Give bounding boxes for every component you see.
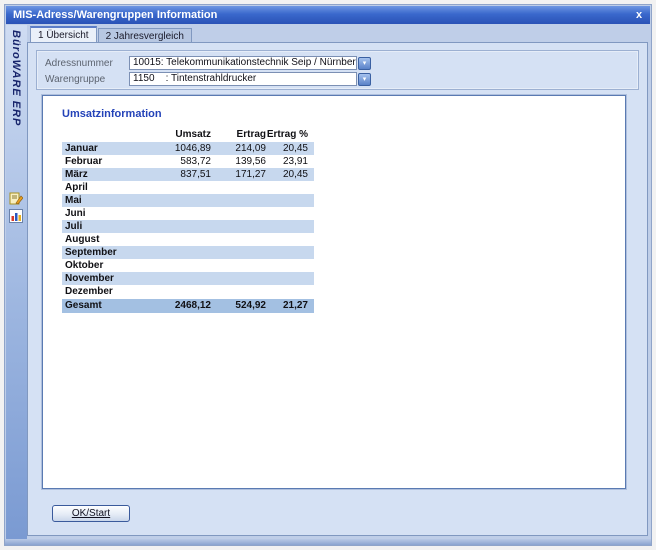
ertrag-pct-cell: 20,45 [266,168,311,181]
adressnummer-row: Adressnummer 10015: Telekommunikationste… [37,55,638,71]
month-cell: Januar [62,142,131,155]
adressnummer-lookup-button[interactable]: ▾ [358,57,371,70]
total-label-cell: Gesamt [62,299,131,313]
month-cell: Juli [62,220,131,233]
title-bar: MIS-Adress/Warengruppen Information x [6,6,650,24]
table-row: Juni [62,207,314,220]
tab-uebersicht[interactable]: 1 Übersicht [30,26,97,42]
close-button[interactable]: x [632,9,646,22]
month-cell: Oktober [62,259,131,272]
table-total-row: Gesamt 2468,12 524,92 21,27 [62,299,314,313]
warengruppe-row: Warengruppe 1150 : Tintenstrahldrucker ▾ [37,71,638,87]
month-cell: November [62,272,131,285]
month-cell: April [62,181,131,194]
month-cell: Dezember [62,285,131,298]
filter-groupbox: Adressnummer 10015: Telekommunikationste… [36,50,639,90]
window-bottom-frame [5,539,651,545]
adressnummer-field[interactable]: 10015: Telekommunikationstechnik Seip / … [129,56,357,70]
total-ertrag-cell: 524,92 [211,299,266,313]
month-cell: März [62,168,131,181]
content-panel: Adressnummer 10015: Telekommunikationste… [27,42,648,536]
window-title: MIS-Adress/Warengruppen Information [13,9,632,21]
umsatz-cell: 837,51 [131,168,211,181]
umsatz-cell: 583,72 [131,155,211,168]
umsatz-cell: 1046,89 [131,142,211,155]
tab-jahresvergleich[interactable]: 2 Jahresvergleich [98,28,192,42]
ertrag-cell: 139,56 [211,155,266,168]
month-cell: September [62,246,131,259]
table-row: Dezember [62,285,314,298]
chevron-down-icon: ▾ [363,76,367,83]
chevron-down-icon: ▾ [363,60,367,67]
warengruppe-field[interactable]: 1150 : Tintenstrahldrucker [129,72,357,86]
total-ertrag-pct-cell: 21,27 [266,299,311,313]
edit-note-icon[interactable] [9,191,23,205]
month-cell: Juni [62,207,131,220]
warengruppe-lookup-button[interactable]: ▾ [358,73,371,86]
adressnummer-label: Adressnummer [45,58,129,69]
month-cell: August [62,233,131,246]
table-row: Februar 583,72 139,56 23,91 [62,155,314,168]
umsatz-header-cell: Umsatz [131,128,211,141]
ertrag-pct-cell: 20,45 [266,142,311,155]
table-header-row: Umsatz Ertrag Ertrag % [62,128,314,141]
window-body: BüroWARE ERP [5,25,651,539]
chart-icon[interactable] [9,209,23,223]
ertrag-pct-cell: 23,91 [266,155,311,168]
brand-logo: BüroWARE ERP [10,30,22,126]
ertrag-header-cell: Ertrag [211,128,266,141]
ertrag-cell: 171,27 [211,168,266,181]
umsatz-table: Umsatz Ertrag Ertrag % Januar 1046,89 21… [62,128,314,313]
table-row: Januar 1046,89 214,09 20,45 [62,142,314,155]
ertrag-pct-header-cell: Ertrag % [266,128,311,141]
sidebar: BüroWARE ERP [6,25,27,539]
ok-start-button[interactable]: OK/Start [52,505,130,522]
umsatz-title: Umsatzinformation [62,108,606,120]
tab-bar: 1 Übersicht 2 Jahresvergleich [27,25,651,42]
table-row: November [62,272,314,285]
table-row: April [62,181,314,194]
main-area: 1 Übersicht 2 Jahresvergleich Adressnumm… [27,25,651,539]
table-row: September [62,246,314,259]
warengruppe-label: Warengruppe [45,74,129,85]
total-umsatz-cell: 2468,12 [131,299,211,313]
ertrag-cell: 214,09 [211,142,266,155]
month-cell: Februar [62,155,131,168]
table-row: August [62,233,314,246]
table-row: Oktober [62,259,314,272]
table-row: März 837,51 171,27 20,45 [62,168,314,181]
app-window: MIS-Adress/Warengruppen Information x Bü… [4,4,652,546]
month-cell: Mai [62,194,131,207]
table-row: Juli [62,220,314,233]
table-row: Mai [62,194,314,207]
umsatz-panel: Umsatzinformation Umsatz Ertrag Ertrag %… [42,95,626,489]
sidebar-toolbar [9,191,23,223]
